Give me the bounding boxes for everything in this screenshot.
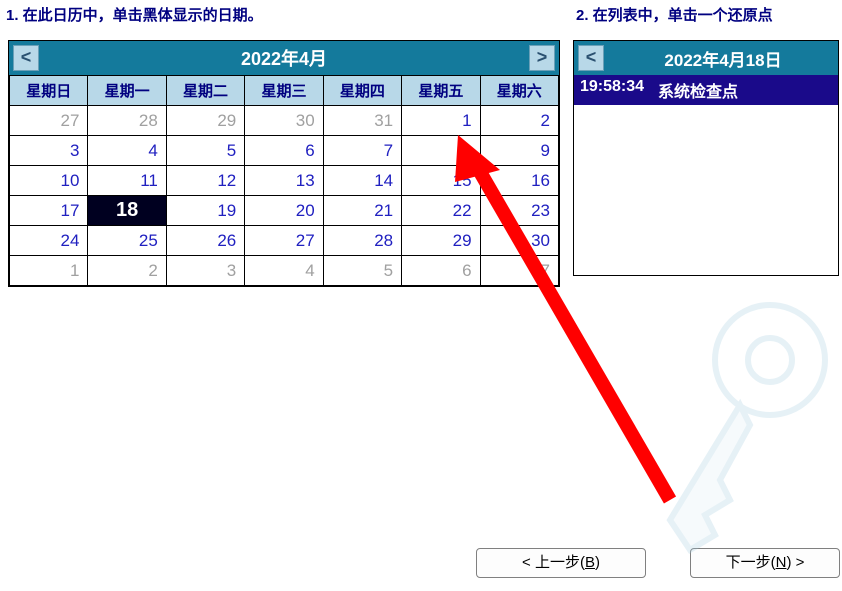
restore-list-body: 19:58:34 系统检查点 bbox=[574, 75, 838, 105]
restore-point-label: 系统检查点 bbox=[658, 78, 738, 102]
calendar-day-cell[interactable]: 28 bbox=[323, 226, 401, 256]
background-key-icon bbox=[620, 290, 842, 590]
calendar-day-cell[interactable]: 23 bbox=[480, 196, 558, 226]
calendar-day-cell[interactable]: 22 bbox=[402, 196, 480, 226]
restore-list-prev-button[interactable]: < bbox=[578, 45, 604, 71]
calendar-day-cell[interactable]: 17 bbox=[10, 196, 88, 226]
restore-point-item[interactable]: 19:58:34 系统检查点 bbox=[574, 75, 838, 105]
calendar-weekday-header: 星期四 bbox=[323, 76, 401, 106]
calendar-day-cell[interactable]: 14 bbox=[323, 166, 401, 196]
next-button-accel: N bbox=[776, 554, 787, 571]
calendar-day-cell[interactable]: 27 bbox=[10, 106, 88, 136]
calendar-day-cell[interactable]: 31 bbox=[323, 106, 401, 136]
back-button-post: ) bbox=[595, 554, 600, 571]
calendar-day-cell[interactable]: 3 bbox=[10, 136, 88, 166]
calendar-day-cell[interactable]: 13 bbox=[245, 166, 323, 196]
calendar-day-cell[interactable]: 9 bbox=[480, 136, 558, 166]
calendar-day-cell[interactable]: 5 bbox=[323, 256, 401, 286]
calendar-day-cell[interactable]: 1 bbox=[10, 256, 88, 286]
calendar-day-cell[interactable]: 27 bbox=[245, 226, 323, 256]
calendar-day-cell[interactable]: 21 bbox=[323, 196, 401, 226]
calendar-day-cell[interactable]: 1 bbox=[402, 106, 480, 136]
calendar-prev-button[interactable]: < bbox=[13, 45, 39, 71]
restore-list-header: < 2022年4月18日 bbox=[574, 41, 838, 75]
calendar-title: 2022年4月 bbox=[43, 45, 525, 71]
calendar-day-cell[interactable]: 2 bbox=[480, 106, 558, 136]
calendar-day-cell[interactable]: 29 bbox=[402, 226, 480, 256]
calendar-next-button[interactable]: > bbox=[529, 45, 555, 71]
calendar-day-cell[interactable]: 20 bbox=[245, 196, 323, 226]
calendar-day-cell[interactable]: 29 bbox=[166, 106, 244, 136]
calendar-day-cell[interactable]: 4 bbox=[245, 256, 323, 286]
restore-list-title: 2022年4月18日 bbox=[608, 46, 838, 71]
calendar-day-cell[interactable]: 10 bbox=[10, 166, 88, 196]
calendar-panel: < 2022年4月 > 星期日星期一星期二星期三星期四星期五星期六 272829… bbox=[8, 40, 560, 287]
calendar-day-cell[interactable]: 4 bbox=[88, 136, 166, 166]
calendar-day-cell[interactable]: 8 bbox=[402, 136, 480, 166]
calendar-day-cell[interactable]: 25 bbox=[88, 226, 166, 256]
back-button-accel: B bbox=[585, 554, 595, 571]
calendar-day-cell[interactable]: 6 bbox=[245, 136, 323, 166]
calendar-header: < 2022年4月 > bbox=[9, 41, 559, 75]
instruction-1: 1. 在此日历中，单击黑体显示的日期。 bbox=[6, 4, 263, 25]
calendar-weekday-header: 星期三 bbox=[245, 76, 323, 106]
calendar-table: 星期日星期一星期二星期三星期四星期五星期六 272829303112345678… bbox=[9, 75, 559, 286]
next-button-post: ) > bbox=[786, 554, 804, 571]
back-button-pre: < 上一步( bbox=[522, 554, 585, 571]
calendar-day-cell[interactable]: 2 bbox=[88, 256, 166, 286]
calendar-day-cell[interactable]: 7 bbox=[480, 256, 558, 286]
calendar-day-cell[interactable]: 11 bbox=[88, 166, 166, 196]
calendar-day-cell[interactable]: 12 bbox=[166, 166, 244, 196]
calendar-day-cell[interactable]: 30 bbox=[480, 226, 558, 256]
restore-point-time: 19:58:34 bbox=[580, 78, 644, 102]
back-button[interactable]: < 上一步(B) bbox=[476, 548, 646, 578]
calendar-day-cell[interactable]: 19 bbox=[166, 196, 244, 226]
calendar-day-cell[interactable]: 3 bbox=[166, 256, 244, 286]
calendar-day-cell[interactable]: 5 bbox=[166, 136, 244, 166]
calendar-weekday-header: 星期一 bbox=[88, 76, 166, 106]
calendar-day-cell[interactable]: 24 bbox=[10, 226, 88, 256]
calendar-day-cell[interactable]: 26 bbox=[166, 226, 244, 256]
calendar-day-cell[interactable]: 16 bbox=[480, 166, 558, 196]
calendar-weekday-header: 星期五 bbox=[402, 76, 480, 106]
calendar-day-cell[interactable]: 6 bbox=[402, 256, 480, 286]
calendar-weekday-header: 星期二 bbox=[166, 76, 244, 106]
next-button[interactable]: 下一步(N) > bbox=[690, 548, 840, 578]
calendar-day-cell[interactable]: 30 bbox=[245, 106, 323, 136]
calendar-weekday-header: 星期六 bbox=[480, 76, 558, 106]
restore-list-panel: < 2022年4月18日 19:58:34 系统检查点 bbox=[573, 40, 839, 276]
instruction-2: 2. 在列表中，单击一个还原点 bbox=[576, 4, 773, 25]
calendar-day-cell[interactable]: 15 bbox=[402, 166, 480, 196]
calendar-weekday-header: 星期日 bbox=[10, 76, 88, 106]
calendar-day-cell[interactable]: 7 bbox=[323, 136, 401, 166]
calendar-day-cell[interactable]: 28 bbox=[88, 106, 166, 136]
next-button-pre: 下一步( bbox=[726, 554, 776, 571]
calendar-day-cell[interactable]: 18 bbox=[88, 196, 166, 226]
